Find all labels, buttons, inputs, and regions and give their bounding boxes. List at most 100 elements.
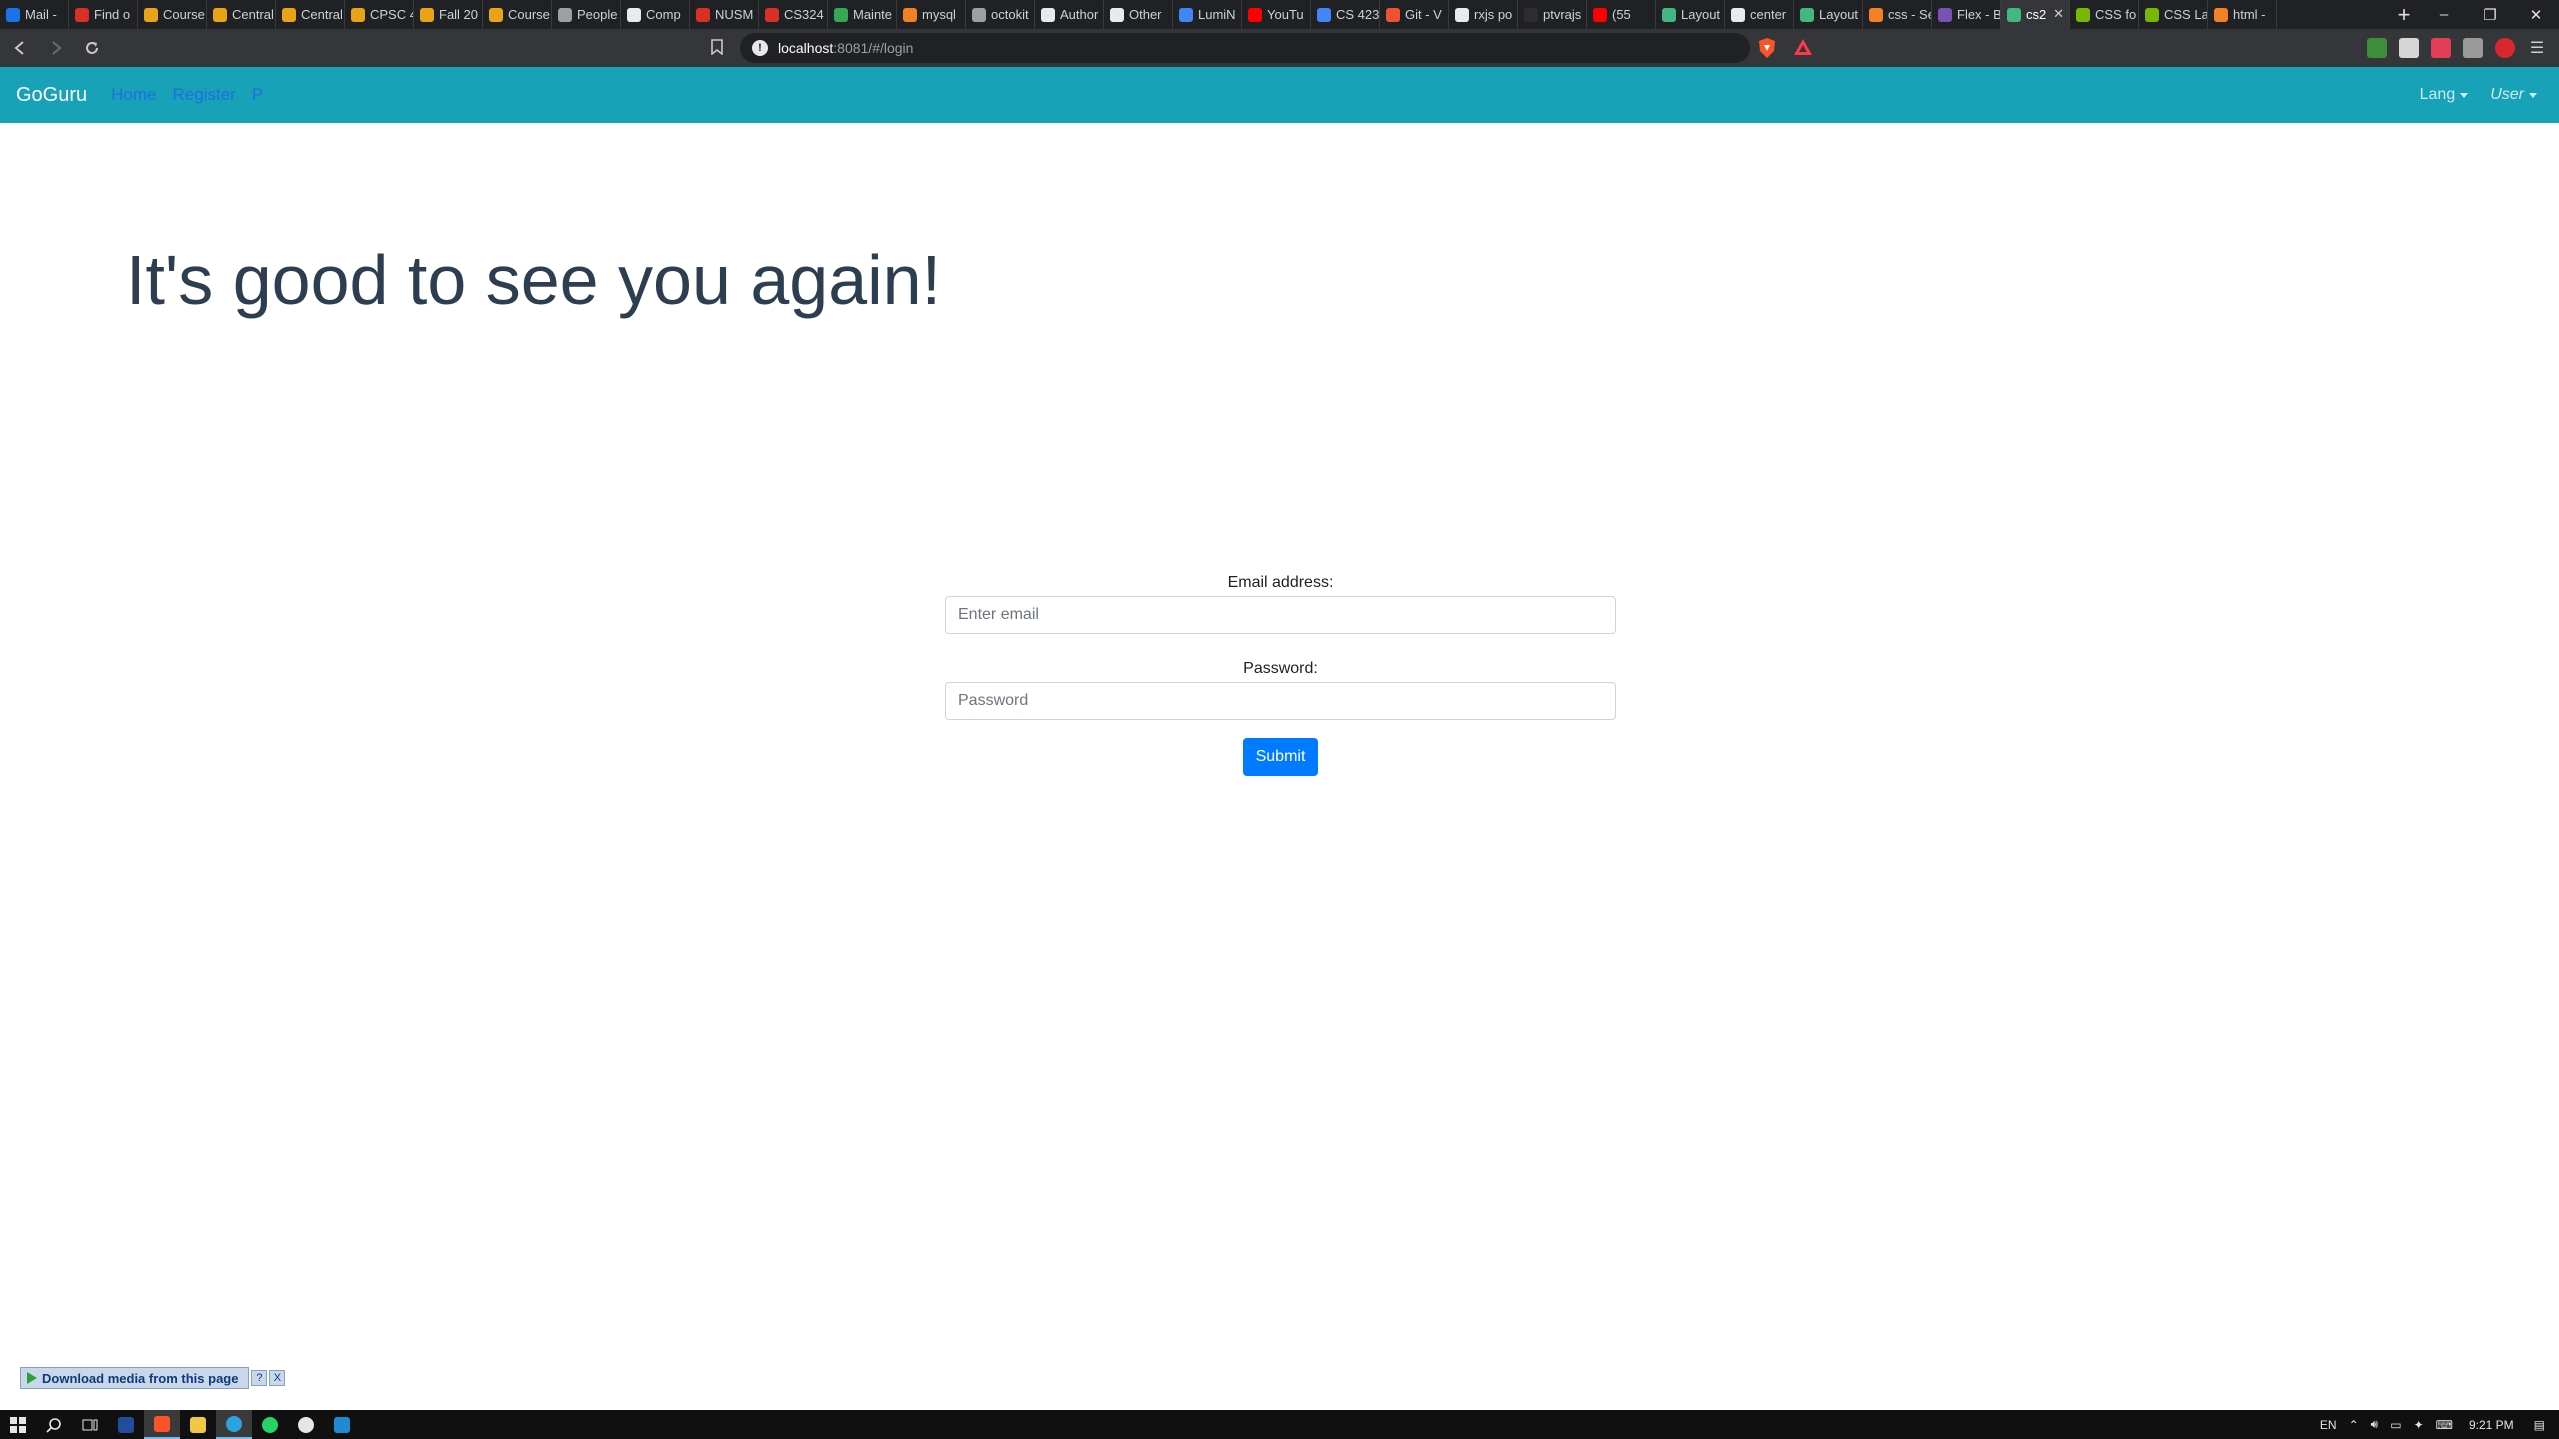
browser-tab[interactable]: Layout: [1656, 0, 1725, 29]
tab-title: Git - V: [1405, 7, 1442, 22]
minimize-button[interactable]: –: [2421, 0, 2467, 29]
powershell-app-icon[interactable]: [108, 1410, 144, 1439]
browser-tab[interactable]: Central: [276, 0, 345, 29]
tab-title: ptvrajs: [1543, 7, 1582, 22]
browser-tab[interactable]: (55: [1587, 0, 1656, 29]
tab-title: Layout: [1681, 7, 1721, 22]
sync-extension-icon[interactable]: [2367, 38, 2387, 58]
site-info-icon[interactable]: !: [752, 40, 768, 56]
tab-list: Mail - Find o Course Central Central CPSC 4 Fa…: [0, 0, 2387, 29]
new-tab-button[interactable]: +: [2387, 0, 2421, 29]
browser-tab[interactable]: NUSM: [690, 0, 759, 29]
browser-tab[interactable]: html -: [2208, 0, 2277, 29]
restore-button[interactable]: ❐: [2467, 0, 2513, 29]
browser-tab[interactable]: Course: [138, 0, 207, 29]
play-icon: [27, 1372, 37, 1384]
telegram-app-icon[interactable]: [216, 1410, 252, 1439]
browser-tab[interactable]: CSS La: [2139, 0, 2208, 29]
close-icon[interactable]: X: [269, 1370, 286, 1386]
lang-dropdown[interactable]: Lang: [2420, 86, 2469, 104]
browser-tab[interactable]: Layout: [1794, 0, 1863, 29]
close-tab-icon[interactable]: ✕: [2053, 6, 2064, 22]
browser-tab[interactable]: CS324: [759, 0, 828, 29]
help-icon[interactable]: ?: [251, 1370, 268, 1386]
puzzle-extension-icon[interactable]: [2399, 38, 2419, 58]
nav-link-home[interactable]: Home: [111, 85, 156, 105]
browser-tab[interactable]: Comp: [621, 0, 690, 29]
brave-shields-icon[interactable]: [1757, 37, 1777, 59]
bookmark-icon[interactable]: [706, 36, 728, 58]
brand-logo[interactable]: GoGuru: [16, 84, 87, 107]
browser-tab[interactable]: LumiN: [1173, 0, 1242, 29]
back-button[interactable]: [4, 32, 36, 64]
browser-tab[interactable]: Git - V: [1380, 0, 1449, 29]
browser-tab[interactable]: ptvrajs: [1518, 0, 1587, 29]
tab-favicon-icon: [144, 7, 158, 22]
nav-link-p[interactable]: P: [252, 85, 263, 105]
browser-tab[interactable]: CPSC 4: [345, 0, 414, 29]
menu-icon[interactable]: ☰: [2527, 38, 2547, 58]
vscode-app-icon[interactable]: [324, 1410, 360, 1439]
nav-link-register[interactable]: Register: [173, 85, 236, 105]
reload-button[interactable]: [76, 32, 108, 64]
browser-tab[interactable]: Mail -: [0, 0, 69, 29]
browser-tab[interactable]: octokit: [966, 0, 1035, 29]
email-input[interactable]: [945, 596, 1616, 634]
tab-title: CS324: [784, 7, 824, 22]
browser-tab[interactable]: cs2 ✕: [2001, 0, 2070, 29]
notification-icon[interactable]: ▤: [2534, 1418, 2545, 1432]
browser-tab[interactable]: center: [1725, 0, 1794, 29]
browser-tab[interactable]: YouTu: [1242, 0, 1311, 29]
taskbar-clock[interactable]: 9:21 PM: [2469, 1418, 2514, 1432]
download-media-button[interactable]: Download media from this page: [20, 1367, 250, 1389]
browser-tab[interactable]: Fall 20: [414, 0, 483, 29]
submit-button[interactable]: Submit: [1242, 738, 1319, 776]
pocket-extension-icon[interactable]: [2431, 38, 2451, 58]
browser-tab[interactable]: css - Se: [1863, 0, 1932, 29]
tab-favicon-icon: [2007, 7, 2021, 22]
browser-tab[interactable]: Flex - B: [1932, 0, 2001, 29]
close-window-button[interactable]: ✕: [2513, 0, 2559, 29]
browser-tab[interactable]: CS 423: [1311, 0, 1380, 29]
forward-button[interactable]: [40, 32, 72, 64]
browser-tab[interactable]: Author: [1035, 0, 1104, 29]
file-explorer-app-icon[interactable]: [180, 1410, 216, 1439]
screen-extension-icon[interactable]: [2463, 38, 2483, 58]
show-hidden-icons-chevron-up-icon[interactable]: ⌃: [2349, 1418, 2359, 1432]
tab-title: html -: [2233, 7, 2266, 22]
tab-favicon-icon: [1938, 7, 1952, 22]
brave-rewards-icon[interactable]: [1793, 37, 1813, 57]
tab-favicon-icon: [2076, 7, 2090, 22]
browser-tab[interactable]: Mainte: [828, 0, 897, 29]
browser-tab[interactable]: mysql: [897, 0, 966, 29]
browser-tab[interactable]: Other: [1104, 0, 1173, 29]
dropbox-icon[interactable]: ✦: [2414, 1418, 2424, 1432]
task-view-icon[interactable]: [72, 1410, 108, 1439]
browser-tab[interactable]: rxjs po: [1449, 0, 1518, 29]
tab-favicon-icon: [1731, 7, 1745, 22]
language-indicator[interactable]: EN: [2320, 1418, 2337, 1432]
user-dropdown[interactable]: User: [2490, 86, 2537, 104]
browser-tab[interactable]: Course: [483, 0, 552, 29]
brave-app-icon[interactable]: [144, 1410, 180, 1439]
password-input[interactable]: [945, 682, 1616, 720]
navbar-right: Lang User: [2420, 86, 2559, 104]
tab-title: Course: [508, 7, 550, 22]
network-icon[interactable]: ▭: [2390, 1418, 2401, 1432]
start-button[interactable]: [0, 1410, 36, 1439]
browser-tab[interactable]: People: [552, 0, 621, 29]
system-tray: EN ⌃ 🔊︎ ▭ ✦ ⌨ 9:21 PM ▤: [2314, 1410, 2559, 1439]
tab-favicon-icon: [765, 7, 779, 22]
adblock-extension-icon[interactable]: [2495, 38, 2515, 58]
address-bar[interactable]: ! localhost:8081/#/login: [740, 33, 1750, 63]
browser-tab[interactable]: Central: [207, 0, 276, 29]
volume-icon[interactable]: 🔊︎: [2371, 1417, 2379, 1432]
browser-tab[interactable]: Find o: [69, 0, 138, 29]
tab-favicon-icon: [1248, 7, 1262, 22]
tab-title: YouTu: [1267, 7, 1304, 22]
chrome-app-icon[interactable]: [288, 1410, 324, 1439]
browser-tab[interactable]: CSS fo: [2070, 0, 2139, 29]
search-icon[interactable]: [36, 1410, 72, 1439]
whatsapp-app-icon[interactable]: [252, 1410, 288, 1439]
keyboard-icon[interactable]: ⌨: [2436, 1418, 2453, 1432]
